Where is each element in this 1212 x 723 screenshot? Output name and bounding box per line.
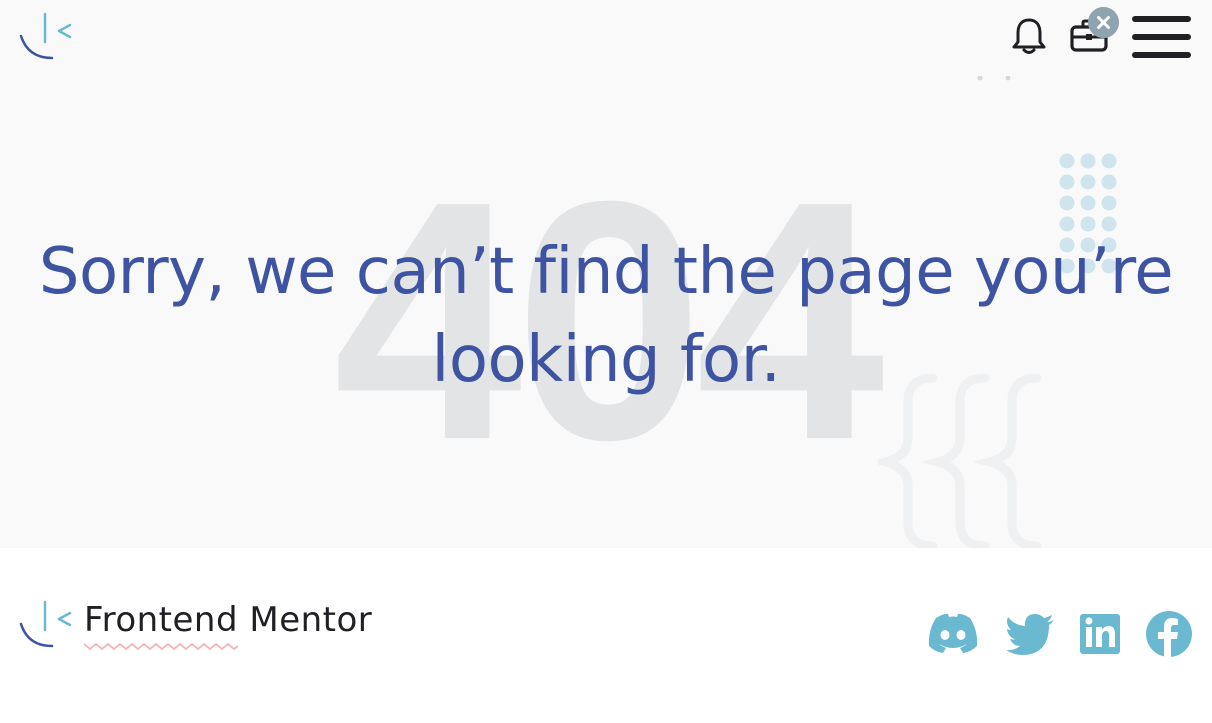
brand-name[interactable]: Frontend Mentor	[84, 600, 372, 640]
bell-icon[interactable]	[1010, 16, 1048, 56]
menu-bar	[1132, 34, 1191, 40]
hero-section: 404 Sorry, we can’t find the page you’re…	[0, 0, 1212, 548]
hamburger-menu-icon[interactable]	[1132, 14, 1192, 60]
frontend-mentor-logo-icon[interactable]	[18, 600, 74, 650]
headline-line-2: looking for.	[431, 323, 781, 397]
linkedin-icon[interactable]	[1078, 608, 1132, 660]
decorative-squiggle	[84, 642, 238, 651]
frontend-mentor-logo-icon[interactable]	[18, 12, 74, 62]
facebook-icon[interactable]	[1142, 608, 1196, 660]
close-icon[interactable]	[1088, 7, 1119, 38]
menu-bar	[1132, 16, 1191, 22]
twitter-icon[interactable]	[1004, 608, 1058, 660]
discord-icon[interactable]	[926, 608, 980, 660]
headline-line-1: Sorry, we can’t find the page you’re	[38, 235, 1174, 309]
page-title: Sorry, we can’t find the page you’re loo…	[0, 228, 1212, 404]
decorative-dots	[977, 76, 1011, 81]
menu-bar	[1132, 52, 1191, 58]
